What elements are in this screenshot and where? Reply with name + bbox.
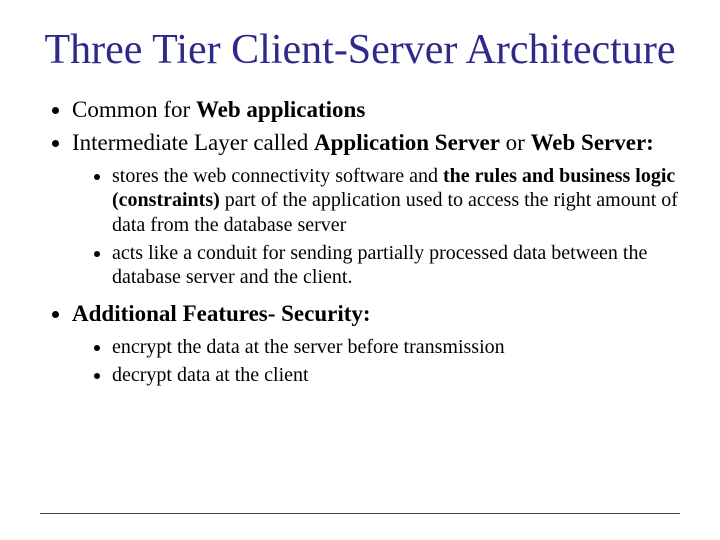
text: Common for — [72, 97, 196, 122]
bullet-list-level2: stores the web connectivity software and… — [72, 164, 680, 290]
bullet-intermediate-layer: Intermediate Layer called Application Se… — [72, 129, 680, 290]
text: Intermediate Layer called — [72, 130, 314, 155]
slide: Three Tier Client-Server Architecture Co… — [0, 0, 720, 540]
bullet-additional-features: Additional Features- Security: encrypt t… — [72, 300, 680, 388]
sub-bullet-encrypt: encrypt the data at the server before tr… — [112, 335, 680, 359]
text: decrypt data at the client — [112, 364, 309, 386]
text: or — [500, 130, 531, 155]
text-bold: Web applications — [196, 97, 365, 122]
text: stores the web connectivity software and — [112, 165, 443, 187]
bullet-list-level1: Common for Web applications Intermediate… — [40, 96, 680, 387]
bullet-list-level2: encrypt the data at the server before tr… — [72, 335, 680, 388]
text-bold: Application Server — [314, 130, 500, 155]
sub-bullet-stores-rules: stores the web connectivity software and… — [112, 164, 680, 237]
sub-bullet-conduit: acts like a conduit for sending partiall… — [112, 241, 680, 290]
text: encrypt the data at the server before tr… — [112, 336, 505, 358]
footer-divider — [40, 513, 680, 514]
bullet-common-web-apps: Common for Web applications — [72, 96, 680, 125]
slide-title: Three Tier Client-Server Architecture — [40, 26, 680, 74]
text-bold: Web Server: — [531, 130, 654, 155]
text: acts like a conduit for sending partiall… — [112, 242, 647, 288]
sub-bullet-decrypt: decrypt data at the client — [112, 363, 680, 387]
text-bold: Additional Features- Security: — [72, 301, 371, 326]
